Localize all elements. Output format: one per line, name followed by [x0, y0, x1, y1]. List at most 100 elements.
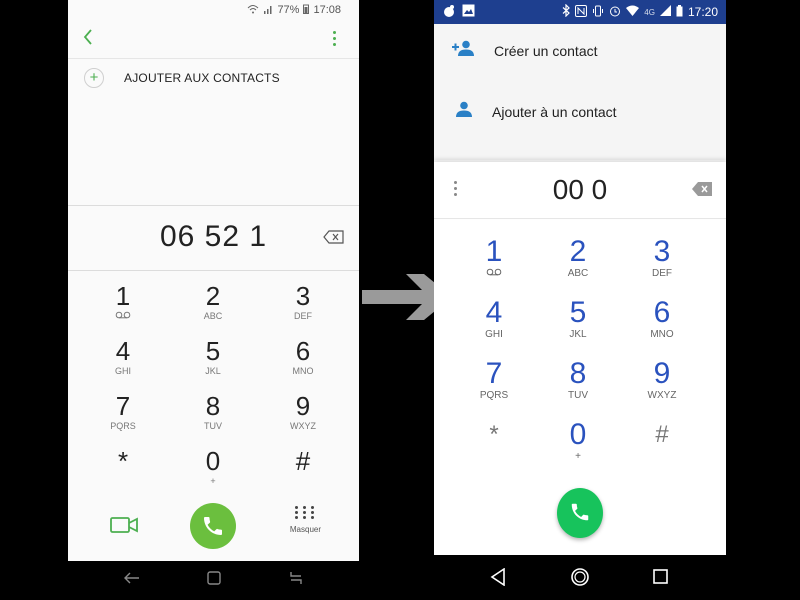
key-2[interactable]: 2 ABC: [168, 282, 258, 337]
call-button[interactable]: [557, 488, 603, 538]
key-4[interactable]: 4 GHI: [452, 297, 536, 358]
key-letters: MNO: [292, 366, 314, 376]
create-contact-label: Créer un contact: [494, 42, 598, 59]
key-digit: #: [655, 421, 669, 448]
key-6[interactable]: 6 MNO: [620, 297, 704, 358]
key-3[interactable]: 3 DEF: [620, 236, 704, 297]
signal-icon: [659, 5, 671, 19]
backspace-icon[interactable]: [692, 182, 712, 201]
add-to-contacts-button[interactable]: + AJOUTER AUX CONTACTS: [84, 68, 280, 88]
key-digit: 3: [295, 281, 311, 311]
key-star[interactable]: *: [78, 447, 168, 502]
battery-icon: [676, 4, 683, 20]
key-letters: PQRS: [110, 421, 136, 431]
key-digit: 6: [653, 296, 671, 329]
clock: 17:08: [313, 4, 341, 16]
key-1[interactable]: 1: [452, 236, 536, 297]
key-star[interactable]: *: [452, 419, 536, 480]
key-digit: 7: [485, 357, 503, 390]
home-nav-icon[interactable]: [207, 571, 221, 590]
key-9[interactable]: 9 WXYZ: [258, 392, 348, 447]
wifi-icon: [247, 4, 259, 17]
key-digit: 1: [485, 235, 503, 268]
key-digit: 2: [569, 235, 587, 268]
key-digit: 4: [115, 336, 131, 366]
key-digit: 0: [569, 418, 587, 451]
network-type: 4G: [644, 7, 655, 17]
more-options-icon[interactable]: [333, 31, 337, 49]
backspace-icon[interactable]: [323, 230, 345, 249]
battery-icon: [303, 4, 310, 17]
dialed-number[interactable]: 06 52 1: [68, 220, 359, 254]
number-display: 06 52 1: [68, 205, 359, 271]
top-bar: [68, 22, 359, 59]
voicemail-icon: [452, 268, 536, 280]
samsung-dialer-screen: 77% 17:08 + AJOUTER AUX CONTACTS 06 52 1…: [68, 0, 359, 561]
recents-nav-icon[interactable]: [653, 569, 668, 589]
key-7[interactable]: 7 PQRS: [78, 392, 168, 447]
key-letters: TUV: [204, 421, 222, 431]
status-bar: 4G 17:20: [434, 0, 726, 24]
key-digit: 4: [485, 296, 503, 329]
key-digit: 8: [205, 391, 221, 421]
key-digit: 9: [295, 391, 311, 421]
key-3[interactable]: 3 DEF: [258, 282, 348, 337]
keypad: 1 2 ABC 3 DEF 4 GHI 5 JKL 6 MNO 7 PQRS 8 TUV 9W…: [452, 236, 704, 480]
clock: 17:20: [687, 5, 718, 19]
add-to-contact-label: Ajouter à un contact: [492, 103, 617, 120]
key-5[interactable]: 5 JKL: [168, 337, 258, 392]
call-button[interactable]: [190, 503, 236, 549]
alarm-icon: [609, 5, 621, 20]
key-9[interactable]: 9 WXYZ: [620, 358, 704, 419]
key-4[interactable]: 4 GHI: [78, 337, 168, 392]
key-7[interactable]: 7 PQRS: [452, 358, 536, 419]
back-nav-icon[interactable]: [490, 567, 506, 591]
key-6[interactable]: 6 MNO: [258, 337, 348, 392]
home-nav-icon[interactable]: [570, 567, 590, 592]
notification-icon: [442, 4, 456, 21]
video-call-icon[interactable]: [110, 516, 138, 539]
signal-icon: [263, 4, 273, 17]
key-digit: *: [489, 421, 499, 448]
key-letters: GHI: [485, 329, 503, 340]
add-to-contacts-label: AJOUTER AUX CONTACTS: [124, 71, 280, 85]
vibrate-icon: [592, 5, 604, 20]
person-icon: [456, 101, 472, 122]
key-8[interactable]: 8 TUV: [536, 358, 620, 419]
create-contact-item[interactable]: Créer un contact: [452, 40, 598, 61]
key-0[interactable]: 0 +: [536, 419, 620, 480]
image-notification-icon: [462, 4, 475, 21]
key-8[interactable]: 8 TUV: [168, 392, 258, 447]
key-letters: MNO: [650, 329, 674, 340]
key-5[interactable]: 5 JKL: [536, 297, 620, 358]
key-1[interactable]: 1: [78, 282, 168, 337]
back-arrow-icon[interactable]: [82, 28, 94, 50]
add-to-contact-item[interactable]: Ajouter à un contact: [452, 101, 617, 122]
key-0[interactable]: 0 +: [168, 447, 258, 502]
android-dialer-screen: 4G 17:20 Créer un contact Ajouter à un c…: [434, 0, 726, 555]
hide-label: Masquer: [289, 525, 321, 534]
key-digit: 2: [205, 281, 221, 311]
dialed-number[interactable]: 00 0: [434, 174, 726, 206]
recents-nav-icon[interactable]: [288, 571, 304, 590]
key-2[interactable]: 2 ABC: [536, 236, 620, 297]
key-digit: 5: [205, 336, 221, 366]
key-letters: DEF: [294, 311, 312, 321]
key-letters: +: [210, 476, 216, 486]
key-hash[interactable]: #: [258, 447, 348, 502]
number-display: 00 0: [434, 162, 726, 219]
hide-keypad-button[interactable]: Masquer: [290, 506, 321, 534]
key-letters: JKL: [205, 366, 221, 376]
back-nav-icon[interactable]: [124, 571, 140, 590]
contact-actions-menu: Créer un contact Ajouter à un contact: [434, 24, 726, 160]
key-letters: JKL: [569, 329, 587, 340]
right-navigation-bar: [434, 555, 726, 600]
keypad-icon: [295, 506, 315, 519]
key-digit: 1: [115, 281, 131, 311]
wifi-icon: [626, 5, 640, 19]
key-letters: TUV: [568, 390, 588, 401]
key-hash[interactable]: #: [620, 419, 704, 480]
key-letters: DEF: [652, 268, 672, 279]
key-digit: *: [117, 446, 129, 476]
battery-level: 77%: [277, 4, 300, 16]
